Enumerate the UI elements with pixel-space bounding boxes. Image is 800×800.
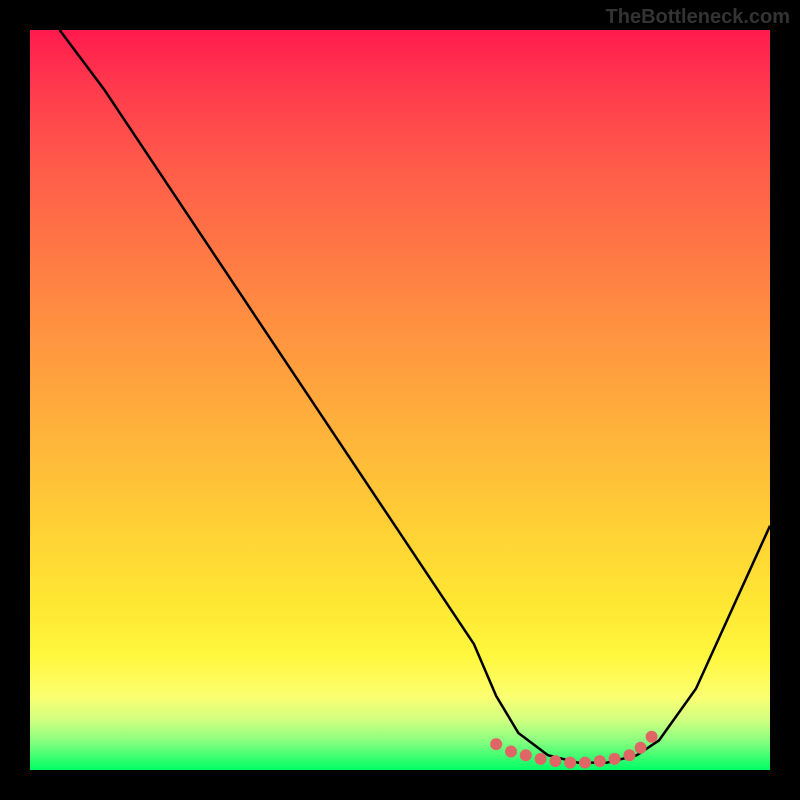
chart-svg (30, 30, 770, 770)
optimal-zone-dots (490, 731, 657, 769)
bottleneck-curve-line (60, 30, 770, 763)
optimal-marker-dot (505, 746, 517, 758)
optimal-marker-dot (609, 753, 621, 765)
optimal-marker-dot (579, 757, 591, 769)
chart-plot-area (30, 30, 770, 770)
optimal-marker-dot (520, 749, 532, 761)
optimal-marker-dot (549, 755, 561, 767)
optimal-marker-dot (564, 757, 576, 769)
watermark-text: TheBottleneck.com (606, 6, 790, 29)
optimal-marker-dot (635, 742, 647, 754)
optimal-marker-dot (535, 753, 547, 765)
optimal-marker-dot (623, 749, 635, 761)
optimal-marker-dot (490, 738, 502, 750)
optimal-marker-dot (646, 731, 658, 743)
optimal-marker-dot (594, 755, 606, 767)
